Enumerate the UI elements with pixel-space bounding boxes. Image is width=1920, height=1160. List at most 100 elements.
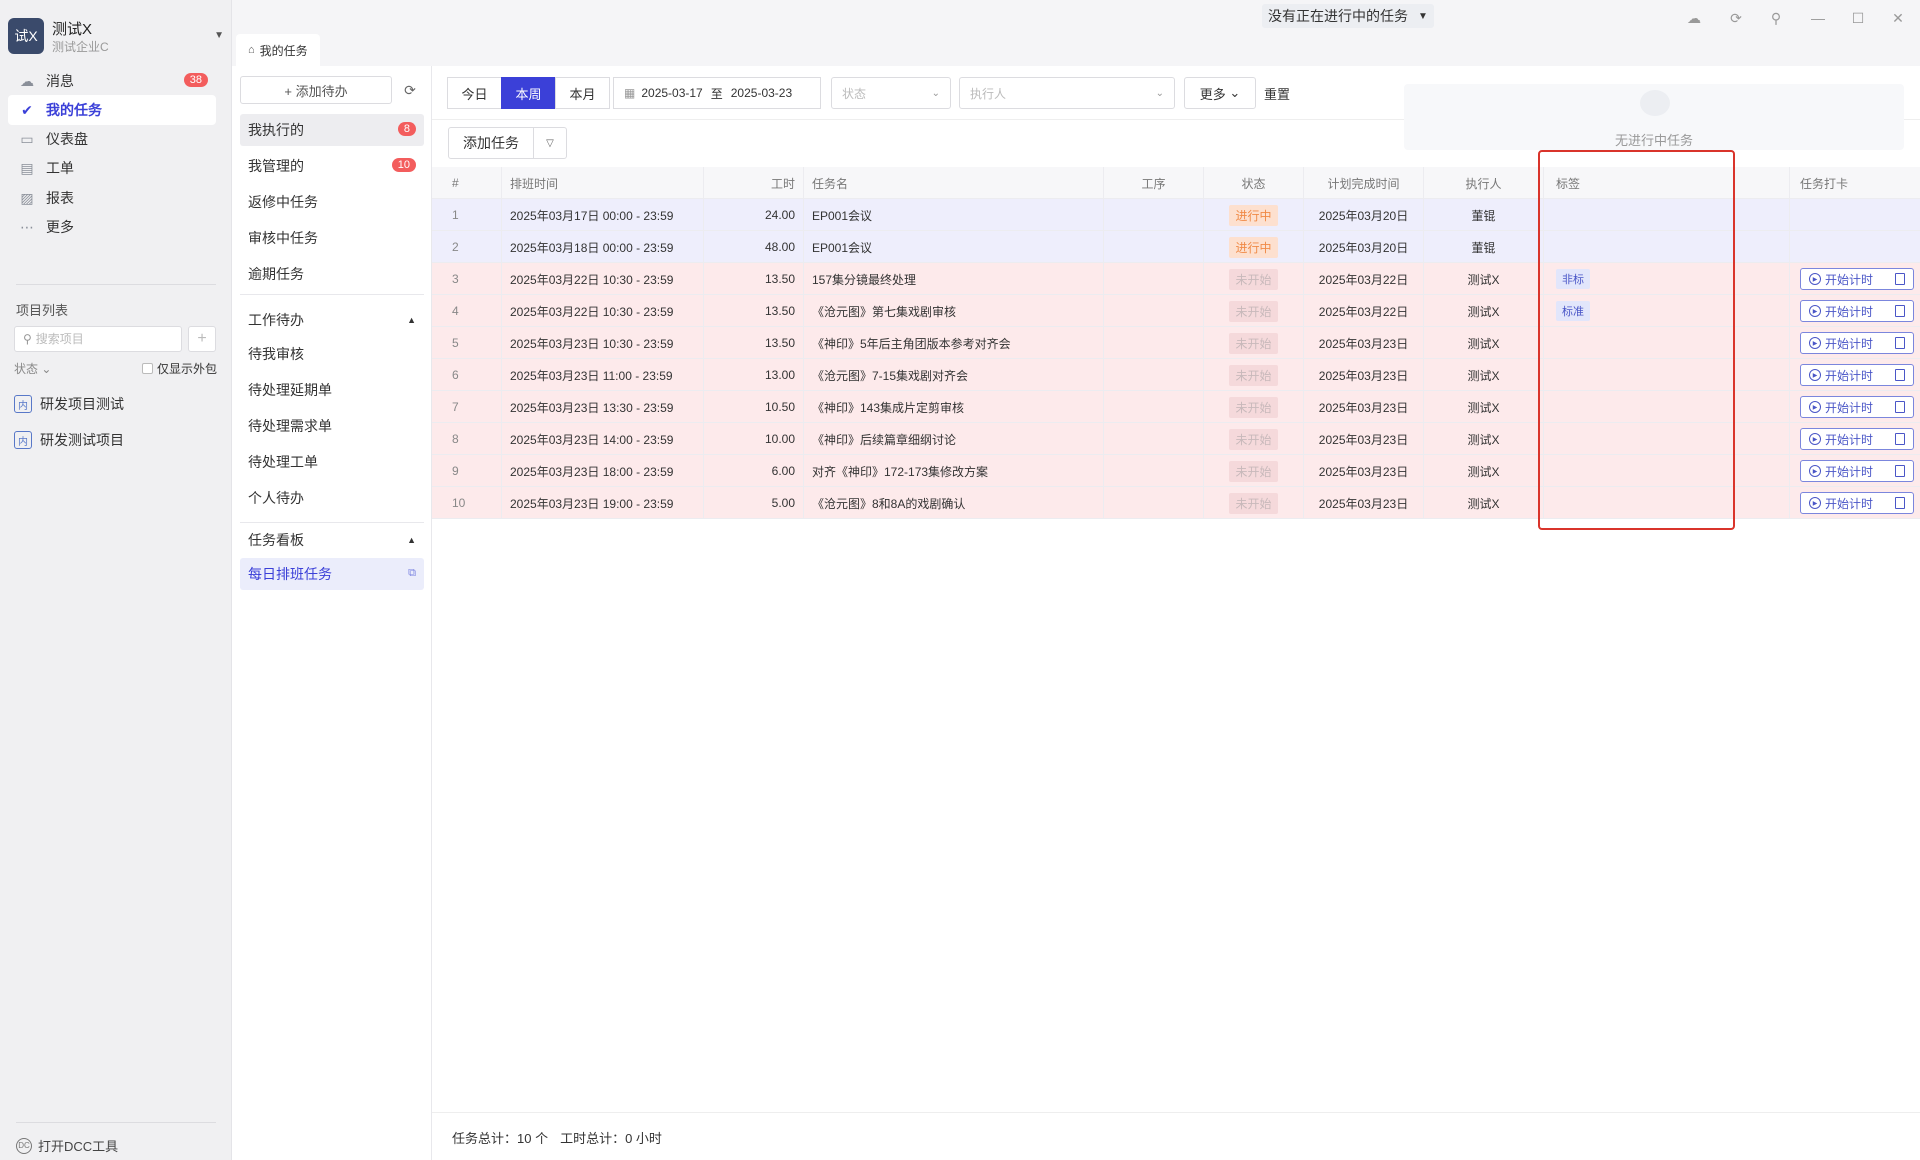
start-timer-button[interactable]: ▶ 开始计时 (1800, 268, 1914, 290)
todo-item[interactable]: 待处理需求单 (240, 410, 424, 442)
project-item[interactable]: 内研发测试项目 (14, 428, 124, 452)
task-filter-item[interactable]: 逾期任务 (240, 258, 424, 290)
task-name[interactable]: 《沧元图》7-15集戏剧对齐会 (804, 359, 1104, 391)
project-search-input[interactable] (35, 332, 166, 346)
nav-item-4[interactable]: ▨ 报表 (8, 183, 216, 213)
start-timer-button[interactable]: ▶ 开始计时 (1800, 300, 1914, 322)
column-header[interactable]: 执行人 (1424, 167, 1544, 199)
column-header[interactable]: 任务名 (804, 167, 1104, 199)
maximize-icon[interactable]: ☐ (1848, 8, 1868, 28)
task-name[interactable]: 《神印》后续篇章细纲讨论 (804, 423, 1104, 455)
period-1[interactable]: 本周 (501, 77, 556, 109)
report-icon: ▨ (20, 189, 34, 206)
start-timer-button[interactable]: ▶ 开始计时 (1800, 492, 1914, 514)
todo-section-header[interactable]: 工作待办 ▲ (240, 306, 424, 334)
table-row[interactable]: 7 2025年03月23日 13:30 - 23:59 10.50 《神印》143集成… (432, 391, 1920, 423)
project-name: 研发项目测试 (40, 396, 124, 412)
running-task-dropdown[interactable]: 没有正在进行中的任务 ▼ (1262, 4, 1434, 28)
task-name[interactable]: EP001会议 (804, 199, 1104, 231)
todo-item[interactable]: 待我审核 (240, 338, 424, 370)
date-range-picker[interactable]: ▦ 2025-03-17 至 2025-03-23 (613, 77, 821, 109)
checkin-cell: ▶ 开始计时 (1790, 455, 1920, 487)
cloud-icon[interactable]: ☁ (1684, 8, 1704, 28)
nav-item-5[interactable]: ⋯ 更多 (8, 212, 216, 242)
task-name[interactable]: 《沧元图》第七集戏剧审核 (804, 295, 1104, 327)
table-row[interactable]: 4 2025年03月22日 10:30 - 23:59 13.50 《沧元图》第七集戏… (432, 295, 1920, 327)
column-header[interactable]: 任务打卡 (1790, 167, 1920, 199)
project-status-filter[interactable]: 状态 ⌄ (14, 360, 51, 377)
open-dcc-button[interactable]: DC 打开DCC工具 (16, 1136, 118, 1155)
task-name[interactable]: EP001会议 (804, 231, 1104, 263)
tag-badge: 非标 (1556, 269, 1590, 289)
start-timer-button[interactable]: ▶ 开始计时 (1800, 396, 1914, 418)
table-row[interactable]: 6 2025年03月23日 11:00 - 23:59 13.00 《沧元图》7-15… (432, 359, 1920, 391)
pin-icon[interactable]: ⚲ (1766, 8, 1786, 28)
checkin-cell: ▶ 开始计时 (1790, 359, 1920, 391)
project-search-box[interactable]: ⚲ (14, 326, 182, 352)
checkbox-box[interactable] (142, 363, 153, 374)
table-row[interactable]: 5 2025年03月23日 10:30 - 23:59 13.50 《神印》5年后主角… (432, 327, 1920, 359)
table-row[interactable]: 9 2025年03月23日 18:00 - 23:59 6.00 对齐《神印》172-… (432, 455, 1920, 487)
status-filter-label: 状态 (14, 362, 39, 376)
task-filter-item[interactable]: 我管理的 10 (240, 150, 424, 182)
only-outsourced-checkbox[interactable]: 仅显示外包 (142, 360, 217, 377)
start-timer-button[interactable]: ▶ 开始计时 (1800, 460, 1914, 482)
period-0[interactable]: 今日 (447, 77, 502, 109)
period-2[interactable]: 本月 (555, 77, 610, 109)
task-name[interactable]: 《神印》143集成片定剪审核 (804, 391, 1104, 423)
nav-item-0[interactable]: ☁ 消息 38 (8, 66, 216, 96)
executor-select[interactable]: 执行人 ⌄ (959, 77, 1175, 109)
project-item[interactable]: 内研发项目测试 (14, 392, 124, 416)
task-name[interactable]: 157集分镜最终处理 (804, 263, 1104, 295)
close-icon[interactable]: ✕ (1888, 8, 1908, 28)
todo-item[interactable]: 待处理延期单 (240, 374, 424, 406)
nav-item-2[interactable]: ▭ 仪表盘 (8, 124, 216, 154)
refresh-icon[interactable]: ⟳ (400, 80, 420, 100)
board-item[interactable]: 每日排班任务 ⧉ (240, 558, 424, 590)
minimize-icon[interactable]: — (1808, 8, 1828, 28)
table-row[interactable]: 3 2025年03月22日 10:30 - 23:59 13.50 157集分镜最终处… (432, 263, 1920, 295)
table-row[interactable]: 1 2025年03月17日 00:00 - 23:59 24.00 EP001会议 进行… (432, 199, 1920, 231)
task-filter-item[interactable]: 我执行的 8 (240, 114, 424, 146)
column-header[interactable]: 计划完成时间 (1304, 167, 1424, 199)
add-project-button[interactable]: + (188, 326, 216, 352)
tab-my-tasks[interactable]: ⌂ 我的任务 (236, 34, 320, 66)
column-header[interactable]: 排班时间 (502, 167, 704, 199)
start-timer-button[interactable]: ▶ 开始计时 (1800, 428, 1914, 450)
column-header[interactable]: 工序 (1104, 167, 1204, 199)
more-filters-button[interactable]: 更多 ⌄ (1184, 77, 1256, 109)
caret-down-icon[interactable]: ▼ (214, 30, 224, 41)
column-header[interactable]: 状态 (1204, 167, 1304, 199)
task-filter-item[interactable]: 审核中任务 (240, 222, 424, 254)
task-name[interactable]: 《神印》5年后主角团版本参考对齐会 (804, 327, 1104, 359)
task-name[interactable]: 对齐《神印》172-173集修改方案 (804, 455, 1104, 487)
refresh-icon[interactable]: ⟳ (1726, 8, 1746, 28)
table-row[interactable]: 2 2025年03月18日 00:00 - 23:59 48.00 EP001会议 进行… (432, 231, 1920, 263)
start-timer-button[interactable]: ▶ 开始计时 (1800, 332, 1914, 354)
home-icon: ⌂ (248, 44, 255, 56)
task-filter-label: 逾期任务 (248, 266, 304, 282)
todo-item[interactable]: 个人待办 (240, 482, 424, 514)
task-name[interactable]: 《沧元图》8和8A的戏剧确认 (804, 487, 1104, 519)
reset-button[interactable]: 重置 (1264, 77, 1290, 109)
nav-item-3[interactable]: ▤ 工单 (8, 153, 216, 183)
column-header[interactable]: # (432, 167, 502, 199)
column-header[interactable]: 标签 (1544, 167, 1734, 199)
table-row[interactable]: 8 2025年03月23日 14:00 - 23:59 10.00 《神印》后续篇章细… (432, 423, 1920, 455)
todo-item[interactable]: 待处理工单 (240, 446, 424, 478)
chevron-down-icon[interactable]: ▽ (534, 138, 566, 149)
start-timer-button[interactable]: ▶ 开始计时 (1800, 364, 1914, 386)
org-switcher[interactable]: 试X 测试X 测试企业C ▼ (8, 16, 228, 56)
add-task-button[interactable]: 添加任务 (449, 128, 534, 158)
task-filter-item[interactable]: 返修中任务 (240, 186, 424, 218)
add-todo-button[interactable]: + 添加待办 (240, 76, 392, 104)
add-task-split-button[interactable]: 添加任务 ▽ (448, 127, 567, 159)
status-select[interactable]: 状态 ⌄ (831, 77, 951, 109)
document-icon (1895, 369, 1905, 381)
start-timer-label: 开始计时 (1825, 496, 1874, 511)
table-row[interactable]: 10 2025年03月23日 19:00 - 23:59 5.00 《沧元图》8和8A… (432, 487, 1920, 519)
tag-cell (1544, 359, 1734, 391)
nav-item-1[interactable]: ✔ 我的任务 (8, 95, 216, 125)
column-header[interactable]: 工时 (704, 167, 804, 199)
board-section-header[interactable]: 任务看板 ▲ (240, 526, 424, 554)
